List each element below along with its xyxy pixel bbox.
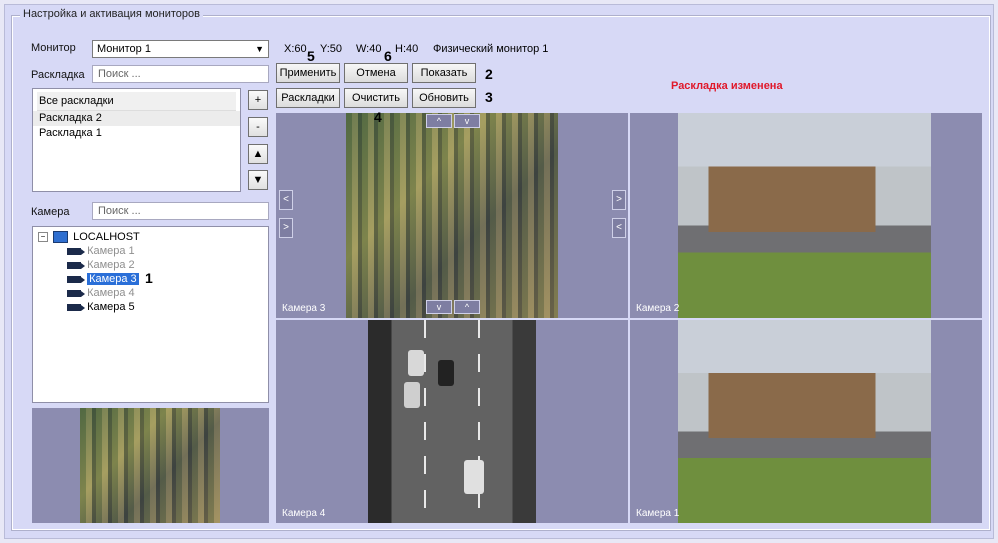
move-down-top-button[interactable]: v [454, 114, 480, 128]
y-coordinate: Y:50 [320, 43, 343, 55]
car [404, 382, 420, 408]
list-item[interactable]: Раскладка 2 [33, 111, 240, 126]
cell-label: Камера 3 [282, 303, 326, 314]
grid-cell-camera-2[interactable]: Камера 2 [630, 113, 982, 318]
camera-preview [32, 408, 269, 523]
group-title: Настройка и активация мониторов [20, 8, 203, 20]
physical-monitor-label: Физический монитор 1 [433, 43, 549, 55]
tree-root-label: LOCALHOST [73, 231, 140, 243]
preview-image [80, 408, 220, 523]
camera-3-image [346, 113, 558, 318]
clear-button[interactable]: Очистить [344, 88, 408, 108]
width-value: W:40 [356, 43, 382, 55]
remove-layout-button[interactable]: - [248, 117, 268, 137]
layout-list: Все раскладки Раскладка 2 Раскладка 1 [32, 88, 241, 192]
camera-icon [67, 247, 85, 255]
annotation-3: 3 [485, 89, 493, 105]
camera-icon [67, 261, 85, 269]
move-right-button[interactable]: > [279, 218, 293, 238]
grid-cell-camera-1[interactable]: Камера 1 [630, 320, 982, 523]
cell-label: Камера 1 [636, 508, 680, 519]
layout-list-header[interactable]: Все раскладки [37, 92, 236, 111]
move-left-button[interactable]: < [279, 190, 293, 210]
move-up-top-button[interactable]: ^ [426, 114, 452, 128]
height-value: H:40 [395, 43, 419, 55]
layout-changed-status: Раскладка изменена [671, 80, 783, 92]
cell-label: Камера 2 [636, 303, 680, 314]
apply-button[interactable]: Применить [276, 63, 340, 83]
annotation-5: 5 [307, 48, 315, 64]
layouts-button[interactable]: Раскладки [276, 88, 340, 108]
camera-icon [67, 275, 85, 283]
cancel-button[interactable]: Отмена [344, 63, 408, 83]
grid-cell-camera-3[interactable]: Камера 3 [276, 113, 628, 318]
camera-label: Камера [31, 206, 70, 218]
tree-root-localhost[interactable]: − LOCALHOST [38, 230, 140, 244]
list-item[interactable]: Раскладка 1 [33, 126, 240, 141]
tree-item-camera[interactable]: Камера 3 [67, 272, 139, 286]
camera-icon [67, 303, 85, 311]
monitor-select[interactable]: Монитор 1 ▼ [92, 40, 269, 58]
car [438, 360, 454, 386]
lane-marking [424, 320, 426, 523]
move-up-button[interactable]: ▲ [248, 144, 268, 164]
add-layout-button[interactable]: + [248, 90, 268, 110]
refresh-button[interactable]: Обновить [412, 88, 476, 108]
camera-1-image [678, 320, 931, 523]
monitor-label: Монитор [31, 42, 76, 54]
shrink-left-button[interactable]: < [612, 218, 626, 238]
annotation-1: 1 [145, 270, 153, 286]
annotation-2: 2 [485, 66, 493, 82]
layout-label: Раскладка [31, 69, 85, 81]
expand-right-button[interactable]: > [612, 190, 626, 210]
annotation-6: 6 [384, 48, 392, 64]
camera-tree: − LOCALHOST Камера 1 Камера 2 Камера 3 К… [32, 226, 269, 403]
move-up-bottom-button[interactable]: ^ [454, 300, 480, 314]
x-coordinate: X:60 [284, 43, 307, 55]
tree-item-camera[interactable]: Камера 4 [67, 286, 135, 300]
car [464, 460, 484, 494]
camera-2-image [678, 113, 931, 318]
camera-icon [67, 289, 85, 297]
camera-search-input[interactable]: Поиск ... [92, 202, 269, 220]
camera-4-image [368, 320, 536, 523]
tree-item-camera[interactable]: Камера 2 [67, 258, 135, 272]
car [408, 350, 424, 376]
layout-search-input[interactable]: Поиск ... [92, 65, 269, 83]
collapse-icon[interactable]: − [38, 232, 48, 243]
cell-label: Камера 4 [282, 508, 326, 519]
grid-cell-camera-4[interactable]: Камера 4 [276, 320, 628, 523]
move-down-button[interactable]: ▼ [248, 170, 268, 190]
tree-item-camera[interactable]: Камера 1 [67, 244, 135, 258]
monitor-icon [53, 231, 69, 244]
tree-item-camera[interactable]: Камера 5 [67, 300, 135, 314]
chevron-down-icon: ▼ [255, 44, 264, 54]
monitor-select-value: Монитор 1 [97, 43, 151, 55]
annotation-4: 4 [374, 109, 382, 125]
show-button[interactable]: Показать [412, 63, 476, 83]
move-down-bottom-button[interactable]: v [426, 300, 452, 314]
